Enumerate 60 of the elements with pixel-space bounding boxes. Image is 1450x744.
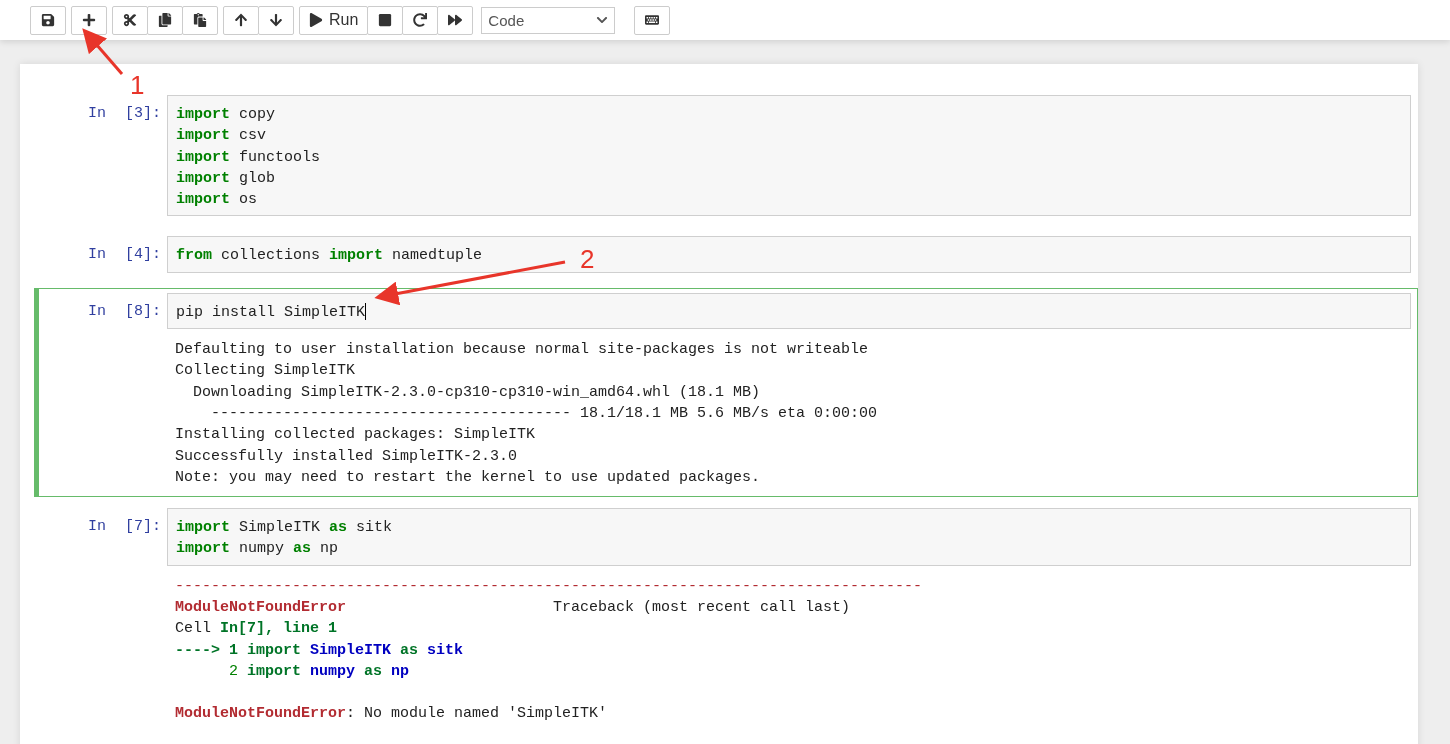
move-down-icon (269, 13, 283, 27)
keyboard-icon (645, 13, 660, 27)
copy-button[interactable] (147, 5, 183, 35)
code-input[interactable]: import SimpleITK as sitk import numpy as np (167, 508, 1411, 566)
code-input[interactable]: import copy import csv import functools import glob import os (167, 95, 1411, 217)
code-line: pip install SimpleITK (176, 302, 367, 323)
code-input[interactable]: pip install SimpleITK (167, 292, 1411, 330)
code-line: import SimpleITK as sitk (176, 518, 393, 539)
keyboard-button[interactable] (634, 5, 671, 35)
add-cell-button[interactable] (71, 5, 107, 35)
code-line: import functools (176, 147, 321, 168)
restart-icon (413, 13, 428, 27)
code-line: import glob (176, 168, 276, 189)
paste-icon (193, 13, 207, 27)
code-line: import copy (176, 105, 276, 125)
cut-button[interactable] (112, 5, 148, 35)
code-line: ----> 1 import SimpleITK as sitk (175, 640, 464, 661)
code-line: ModuleNotFoundError Traceback (most recent call last) (175, 598, 851, 619)
paste-button[interactable] (182, 5, 218, 35)
run-icon (309, 13, 323, 27)
code-line: Successfully installed SimpleITK-2.3.0 (175, 446, 518, 467)
code-line: Cell In[7], line 1 (175, 619, 338, 640)
code-line: Defaulting to user installation because normal site-packages is not writeable (175, 340, 869, 361)
run-button[interactable]: Run (299, 5, 369, 35)
move-up-button[interactable] (223, 5, 259, 35)
move-up-icon (234, 13, 248, 27)
code-line: Installing collected packages: SimpleITK (175, 425, 536, 446)
code-line: ----------------------------------------------------------------------------------- (175, 576, 923, 597)
save-button[interactable] (30, 5, 66, 35)
annotation-arrow (82, 28, 124, 75)
copy-icon (158, 13, 172, 27)
save-icon (41, 13, 55, 27)
cut-icon (123, 13, 137, 27)
code-line: from collections import namedtuple (176, 246, 483, 267)
text-cursor (365, 303, 367, 321)
code-line: Downloading SimpleITK-2.3.0-cp310-cp310-win_amd64.whl (18.1 MB) (192, 382, 761, 403)
add-cell-icon (82, 13, 96, 27)
code-line: 2 import numpy as np (228, 661, 410, 682)
code-line: import os (176, 190, 258, 211)
move-down-button[interactable] (258, 5, 294, 35)
restart-button[interactable] (402, 5, 439, 35)
annotation-number: 2 (580, 244, 595, 275)
stop-button[interactable] (367, 5, 404, 35)
run-all-icon (448, 13, 463, 27)
code-line: Note: you may need to restart the kernel to use updated packages. (175, 467, 761, 488)
annotation-number: 1 (130, 70, 145, 101)
cell-prompt: In [4]: (87, 245, 162, 264)
cell-prompt: In [7]: (87, 517, 162, 536)
code-line: import numpy as np (176, 539, 339, 560)
select-value: Code (488, 11, 525, 29)
chevron-down-icon (596, 14, 609, 26)
code-line: import csv (176, 126, 267, 147)
code-line: ---------------------------------------- 18.1/18.1 MB 5.6 MB/s eta 0:00:00 (210, 403, 878, 424)
cell-prompt: In [8]: (87, 301, 162, 320)
code-line: ModuleNotFoundError: No module named 'SimpleITK' (175, 704, 608, 725)
run-all-button[interactable] (437, 5, 474, 35)
stop-icon (378, 13, 393, 27)
cell-type-select[interactable]: Code (481, 6, 616, 34)
code-line: Collecting SimpleITK (175, 361, 356, 382)
cell-prompt: In [3]: (87, 104, 162, 122)
